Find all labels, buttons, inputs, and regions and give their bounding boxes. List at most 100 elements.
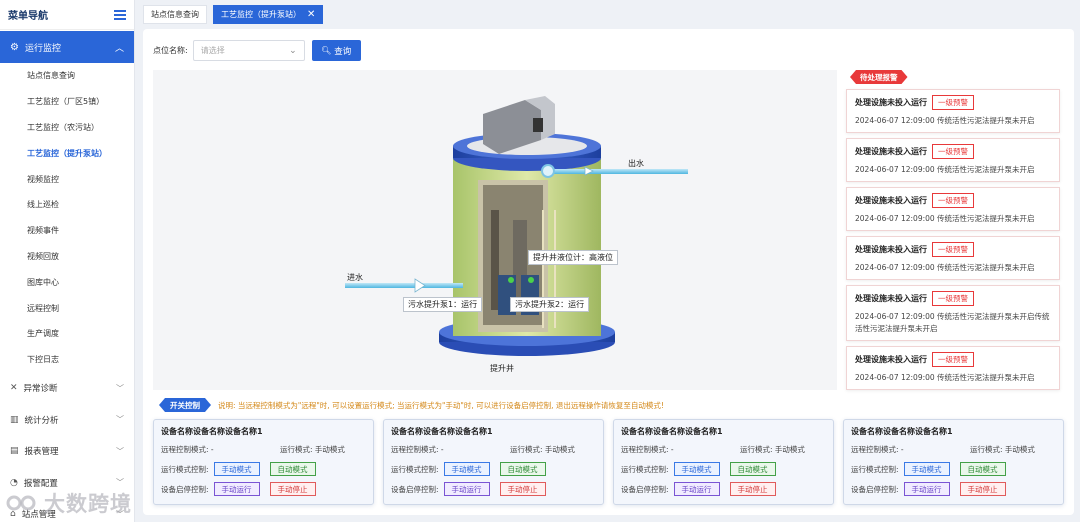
manual-stop-button[interactable]: 手动停止 <box>729 482 776 496</box>
chevron-down-icon: ﹀ <box>116 446 124 456</box>
tab-site-info[interactable]: 站点信息查询 <box>143 5 207 24</box>
sidebar-sub-item[interactable]: 远程控制 <box>0 295 134 321</box>
sidebar-sub-item[interactable]: 工艺监控（农污站） <box>0 115 134 141</box>
device-card: 设备名称设备名称设备名称1 远程控制模式: - 运行模式: 手动模式 运行模式控制: 手… <box>153 419 374 505</box>
auto-mode-button[interactable]: 自动模式 <box>729 462 776 476</box>
point-name-select[interactable]: 请选择 ⌄ <box>192 40 305 61</box>
run-mode-row: 运行模式: 手动模式 <box>280 444 345 455</box>
run-mode-value: 手动模式 <box>314 445 345 454</box>
alarm-panel-title: 待处理报警 <box>850 70 908 84</box>
alarm-card[interactable]: 处理设施未投入运行 一级预警 2024-06-07 12:09:00 传统活性污泥法… <box>846 89 1060 133</box>
menu-fold-icon[interactable] <box>114 9 126 20</box>
manual-stop-button[interactable]: 手动停止 <box>499 482 546 496</box>
close-icon[interactable]: ✕ <box>307 9 315 20</box>
run-mode-value: 手动模式 <box>544 445 575 454</box>
sidebar-group[interactable]: ▥ 统计分析 ﹀ <box>0 404 134 436</box>
auto-mode-button[interactable]: 自动模式 <box>959 462 1006 476</box>
remote-mode-value: - <box>900 445 904 454</box>
alarm-name: 处理设施未投入运行 <box>855 147 927 156</box>
chevron-down-icon: ﹀ <box>116 383 124 393</box>
run-mode-value: 手动模式 <box>1004 445 1035 454</box>
alarm-desc: 2024-06-07 12:09:00 传统活性污泥法提升泵未开启 <box>855 214 1035 223</box>
run-mode-label: 运行模式: <box>280 445 313 454</box>
mode-control-row: 运行模式控制: 手动模式 自动模式 <box>851 462 1006 476</box>
alarm-desc: 2024-06-07 12:09:00 传统活性污泥法提升泵未开启 <box>855 263 1035 272</box>
manual-mode-button[interactable]: 手动模式 <box>673 462 720 476</box>
sidebar-group-active[interactable]: ⚙ 运行监控 ︿ <box>0 31 134 63</box>
sidebar-sub-item[interactable]: 工艺监控（厂区5镇） <box>0 89 134 115</box>
alarm-list: 处理设施未投入运行 一级预警 2024-06-07 12:09:00 传统活性污泥法… <box>846 89 1060 395</box>
watermark-logo-icon <box>6 495 36 511</box>
manual-stop-button[interactable]: 手动停止 <box>959 482 1006 496</box>
start-stop-label: 设备启停控制: <box>621 484 669 494</box>
level-sensor-callout[interactable]: 提升井液位计：高液位 <box>528 250 618 265</box>
alarm-desc: 2024-06-07 12:09:00 传统活性污泥法提升泵未开启传统活性污泥法… <box>855 312 1050 333</box>
sidebar-group-label: 异常诊断 <box>23 384 58 395</box>
sidebar-sub-item[interactable]: 视频事件 <box>0 218 134 244</box>
alarm-level-badge: 一级预警 <box>932 242 974 257</box>
chevron-down-icon: ﹀ <box>116 415 124 425</box>
sidebar-sub-item[interactable]: 生产调度 <box>0 321 134 347</box>
remote-mode-label: 远程控制模式: <box>621 445 669 454</box>
start-stop-row: 设备启停控制: 手动运行 手动停止 <box>851 482 1006 496</box>
manual-run-button[interactable]: 手动运行 <box>213 482 260 496</box>
mode-control-label: 运行模式控制: <box>851 464 899 474</box>
alarm-level-badge: 一级预警 <box>932 144 974 159</box>
pump-well-illustration <box>345 0 688 356</box>
switch-control-header: 开关控制 说明: 当远程控制模式为"远程"时, 可以设置运行模式; 当运行模式为… <box>159 398 664 412</box>
select-placeholder: 请选择 <box>200 46 225 55</box>
device-name: 设备名称设备名称设备名称1 <box>621 427 723 436</box>
pump1-callout[interactable]: 污水提升泵1：运行 <box>403 297 483 312</box>
start-stop-label: 设备启停控制: <box>851 484 899 494</box>
sidebar-sub-item[interactable]: 下控日志 <box>0 347 134 373</box>
alarm-card[interactable]: 处理设施未投入运行 一级预警 2024-06-07 12:09:00 传统活性污泥法… <box>846 236 1060 280</box>
tab-pump-station[interactable]: 工艺监控（提升泵站） ✕ <box>213 5 324 24</box>
device-name: 设备名称设备名称设备名称1 <box>161 427 263 436</box>
alarm-card[interactable]: 处理设施未投入运行 一级预警 2024-06-07 12:09:00 传统活性污泥法… <box>846 138 1060 182</box>
sidebar-sub-item[interactable]: 视频监控 <box>0 166 134 192</box>
sidebar-sub-item[interactable]: 站点信息查询 <box>0 63 134 89</box>
alarm-level-badge: 一级预警 <box>932 291 974 306</box>
manual-mode-button[interactable]: 手动模式 <box>443 462 490 476</box>
sidebar-group-label: 报表管理 <box>24 447 59 458</box>
sidebar-sub-item[interactable]: 工艺监控（提升泵站） <box>0 140 134 166</box>
sidebar-group[interactable]: ▤ 报表管理 ﹀ <box>0 436 134 468</box>
mode-control-label: 运行模式控制: <box>391 464 439 474</box>
remote-mode-label: 远程控制模式: <box>161 445 209 454</box>
sidebar-group[interactable]: ✕ 异常诊断 ﹀ <box>0 373 134 405</box>
query-button-label: 查询 <box>334 46 352 57</box>
alarm-card[interactable]: 处理设施未投入运行 一级预警 2024-06-07 12:09:00 传统活性污泥法… <box>846 346 1060 390</box>
filter-bar: 点位名称: 请选择 ⌄ 🔍︎ 查询 <box>153 40 361 61</box>
switch-control-tag: 开关控制 <box>159 398 211 412</box>
auto-mode-button[interactable]: 自动模式 <box>269 462 316 476</box>
alarm-card[interactable]: 处理设施未投入运行 一级预警 2024-06-07 12:09:00 传统活性污泥法… <box>846 187 1060 231</box>
manual-mode-button[interactable]: 手动模式 <box>213 462 260 476</box>
sidebar-group-label: 运行监控 <box>24 43 61 54</box>
auto-mode-button[interactable]: 自动模式 <box>499 462 546 476</box>
mode-control-row: 运行模式控制: 手动模式 自动模式 <box>391 462 546 476</box>
group-icon: ✕ <box>10 383 18 394</box>
device-card: 设备名称设备名称设备名称1 远程控制模式: - 运行模式: 手动模式 运行模式控制: 手… <box>843 419 1064 505</box>
run-mode-label: 运行模式: <box>970 445 1003 454</box>
manual-run-button[interactable]: 手动运行 <box>673 482 720 496</box>
run-mode-row: 运行模式: 手动模式 <box>510 444 575 455</box>
alarm-level-badge: 一级预警 <box>932 193 974 208</box>
remote-mode-label: 远程控制模式: <box>391 445 439 454</box>
device-name: 设备名称设备名称设备名称1 <box>851 427 953 436</box>
inlet-label: 进水 <box>347 273 363 282</box>
sidebar-sub-item[interactable]: 图库中心 <box>0 269 134 295</box>
sidebar-sub-item[interactable]: 视频回放 <box>0 244 134 270</box>
manual-run-button[interactable]: 手动运行 <box>903 482 950 496</box>
query-button[interactable]: 🔍︎ 查询 <box>311 40 361 61</box>
alarm-name: 处理设施未投入运行 <box>855 355 927 364</box>
well-label: 提升井 <box>490 364 514 373</box>
sidebar-sub-item[interactable]: 线上巡检 <box>0 192 134 218</box>
sidebar-header: 菜单导航 <box>0 0 134 30</box>
manual-mode-button[interactable]: 手动模式 <box>903 462 950 476</box>
pump2-callout[interactable]: 污水提升泵2：运行 <box>510 297 590 312</box>
manual-run-button[interactable]: 手动运行 <box>443 482 490 496</box>
remote-mode-value: - <box>670 445 674 454</box>
run-mode-label: 运行模式: <box>740 445 773 454</box>
manual-stop-button[interactable]: 手动停止 <box>269 482 316 496</box>
alarm-card[interactable]: 处理设施未投入运行 一级预警 2024-06-07 12:09:00 传统活性污泥法… <box>846 285 1060 341</box>
